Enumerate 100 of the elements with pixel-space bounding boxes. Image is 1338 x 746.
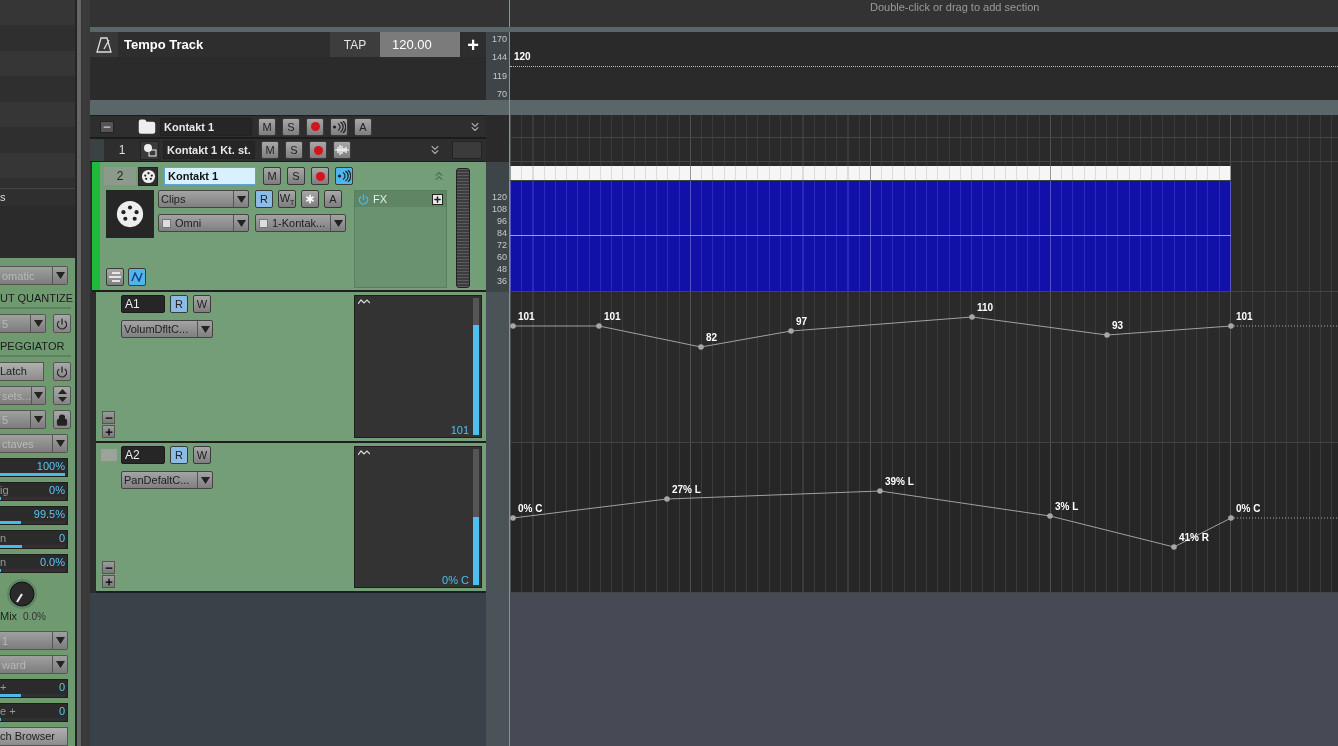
parameter-dropdown[interactable]: VolumDfltC... [121,320,213,338]
record-button[interactable] [306,117,324,136]
output-dropdown[interactable]: 1-Kontak... [255,214,346,232]
browser-item[interactable]: s [0,188,75,206]
write-button[interactable]: W [193,295,211,313]
envelope-point[interactable] [1228,323,1234,329]
point-value-label: 110 [977,302,994,313]
track-number: 1 [117,142,127,159]
lanes-button[interactable] [106,268,124,286]
track-name-field[interactable]: Kontakt 1 [160,117,252,136]
envelope-point[interactable] [1104,332,1110,338]
parameter-slider[interactable]: e + 0 [0,703,68,722]
remove-lane-button[interactable] [102,411,115,424]
mute-button[interactable]: M [261,141,279,159]
input-echo-button[interactable] [330,117,348,136]
lock-button[interactable] [53,410,71,429]
knob-label: Mix [0,610,18,622]
parameter-slider[interactable]: n 0.0% [0,554,68,573]
section-heading: UT QUANTIZE [0,290,71,309]
add-lane-button[interactable] [102,575,115,588]
envelope-point[interactable] [698,344,704,350]
input-mode-dropdown[interactable]: Clips [158,190,249,208]
lock-icon [56,413,68,426]
remove-lane-button[interactable] [102,561,115,574]
archive-button[interactable]: A [354,117,372,136]
tap-button[interactable]: TAP [330,32,380,57]
scale-label: 120 [491,191,507,203]
add-lane-button[interactable] [102,425,115,438]
envelope-point[interactable] [510,323,516,329]
lane-readout: 0% C [442,574,469,586]
envelope-point[interactable] [1171,544,1177,550]
midi-clip[interactable] [510,166,1231,291]
track-name-field[interactable]: Kontakt 1 [164,167,256,185]
instrument-button[interactable] [140,140,159,160]
asterisk-icon [303,192,317,206]
point-value-label: 41% R [1179,532,1209,543]
envelope-point[interactable] [510,515,516,521]
track-name-field[interactable]: Kontakt 1 Kt. st. [163,141,255,159]
lane-name-field[interactable]: A1 [121,295,165,313]
tempo-field[interactable]: 120.00 [380,32,460,57]
write-button[interactable]: W$_{T}$ [278,190,296,208]
solo-button[interactable]: S [287,167,305,185]
latch-button[interactable]: Latch [0,362,44,381]
chevrons-down-icon[interactable] [428,143,442,157]
read-button[interactable]: R [170,295,188,313]
spinner-button[interactable] [53,386,71,405]
freeze-button[interactable] [333,141,351,159]
knob[interactable] [5,578,39,610]
envelope-point[interactable] [1047,513,1053,519]
envelope-point[interactable] [788,328,794,334]
lane-name-field[interactable]: A2 [121,446,165,464]
solo-button[interactable]: S [282,117,300,136]
envelope-point[interactable] [596,323,602,329]
mute-button[interactable]: M [258,117,276,136]
input-dropdown[interactable]: Omni [158,214,249,232]
metronome-button[interactable] [90,32,118,57]
browser-button[interactable]: ch Browser [0,727,68,746]
power-icon [56,317,68,330]
automation-button[interactable] [128,268,146,286]
power-button[interactable] [53,314,71,333]
envelope-point[interactable] [877,488,883,494]
track-indent [90,139,104,161]
point-value-label: 101 [518,311,535,322]
slider-label: + [0,681,7,693]
write-button[interactable]: W [193,446,211,464]
point-value-label: 101 [1236,311,1253,322]
read-button[interactable]: R [170,446,188,464]
envelope-point[interactable] [969,314,975,320]
record-button[interactable] [311,167,329,185]
add-fx-button[interactable] [432,193,443,205]
caret-icon [236,195,246,203]
quantize-button[interactable] [301,190,319,208]
track-number: 2 [104,167,136,185]
parameter-dropdown[interactable]: PanDefaltC... [121,471,213,489]
envelope-icon [131,272,143,282]
mute-button[interactable]: M [263,167,281,185]
archive-button[interactable]: A [324,190,342,208]
record-button[interactable] [309,141,327,159]
envelope-point[interactable] [664,496,670,502]
point-value-label: 0% C [518,503,543,514]
collapse-button[interactable] [100,120,114,133]
caret-icon [200,476,210,484]
scale-label: 72 [497,239,507,251]
parameter-slider[interactable]: + 0 [0,679,68,698]
parameter-slider[interactable]: ig 0% [0,482,68,501]
envelope-point[interactable] [1228,515,1234,521]
power-button[interactable] [53,362,71,381]
scale-label: 60 [497,251,507,263]
power-icon [56,365,68,378]
parameter-slider[interactable]: n 0 [0,530,68,549]
input-echo-button[interactable] [335,167,353,185]
plus-icon [103,426,114,437]
parameter-slider[interactable]: 99.5% [0,506,68,525]
solo-button[interactable]: S [285,141,303,159]
scale-label: 170 [491,33,507,45]
slider-value: 0 [58,532,65,544]
instrument-button[interactable] [138,166,158,186]
parameter-slider[interactable]: 100% [0,458,68,477]
read-button[interactable]: R [255,190,273,208]
section-hint: Double-click or drag to add section [870,1,1040,13]
